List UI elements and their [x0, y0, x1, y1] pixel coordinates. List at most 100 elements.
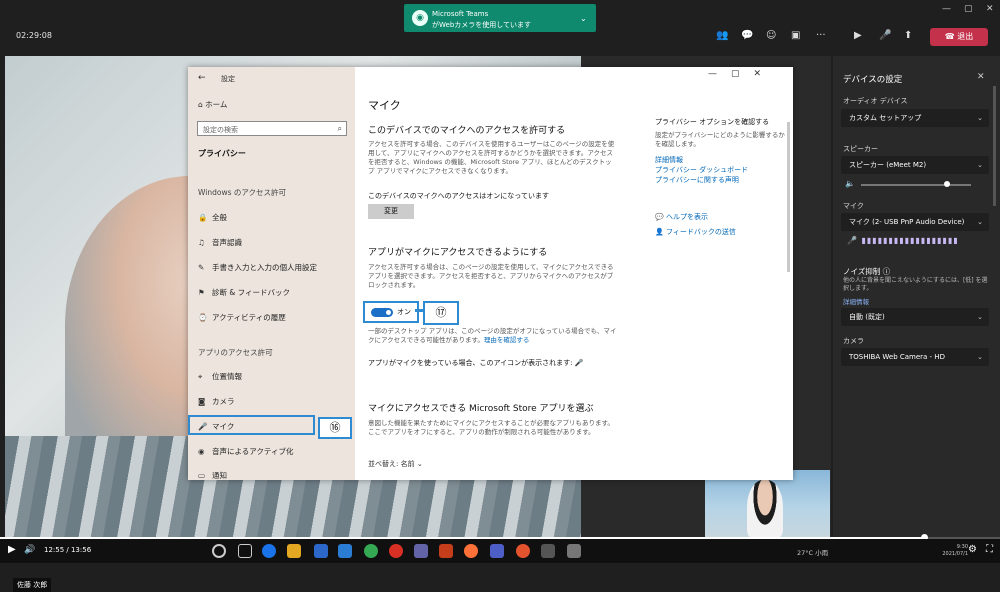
select-value: マイク (2- USB PnP Audio Device) [849, 218, 965, 226]
self-view-thumbnail[interactable] [705, 470, 830, 540]
chrome-icon[interactable] [364, 544, 378, 558]
nav-label: 音声認識 [212, 238, 242, 247]
notification-title: Microsoft Teams [432, 10, 489, 18]
nav-label: 位置情報 [212, 372, 242, 381]
panel-scrollbar[interactable] [993, 86, 996, 206]
fullscreen-icon[interactable]: ⛶ [986, 544, 993, 555]
mic-icon-note: アプリがマイクを使っている場合、このアイコンが表示されます: 🎤 [368, 358, 583, 368]
privacy-statement-link[interactable]: プライバシーに関する声明 [655, 175, 785, 185]
annotation-16: ⑯ [318, 417, 352, 439]
meeting-timer: 02:29:08 [16, 31, 52, 40]
nav-item-general[interactable]: 🔒 全般 [198, 212, 227, 223]
store-icon[interactable] [314, 544, 328, 558]
mic-select[interactable]: マイク (2- USB PnP Audio Device) ⌄ [841, 213, 989, 231]
app-icon[interactable] [516, 544, 530, 558]
media-icon[interactable] [389, 544, 403, 558]
back-arrow-icon[interactable]: ← [198, 73, 206, 83]
self-view-person [747, 480, 783, 540]
lock-icon: 🔒 [198, 213, 208, 222]
people-icon[interactable]: 👥 [716, 30, 728, 41]
noise-select[interactable]: 自動 (既定) ⌄ [841, 308, 989, 326]
camera-icon[interactable]: ▶ [854, 30, 862, 41]
related-desc: 設定がプライバシーにどのように影響するかを確認します。 [655, 131, 785, 148]
nav-home[interactable]: ⌂ ホーム [198, 99, 227, 110]
app-icon[interactable] [490, 544, 504, 558]
location-icon: ⌖ [198, 372, 203, 381]
settings-search-input[interactable]: 設定の検索 ⌕ [197, 121, 347, 136]
scrollbar[interactable] [787, 122, 790, 272]
word-icon[interactable] [338, 544, 352, 558]
edge-icon[interactable] [262, 544, 276, 558]
panel-title: デバイスの設定 [843, 75, 903, 85]
nav-label: 音声によるアクティブ化 [212, 447, 294, 456]
noise-learn-more-link[interactable]: 詳細情報 [843, 296, 869, 306]
camera-select[interactable]: TOSHIBA Web Camera - HD ⌄ [841, 348, 989, 366]
section-description: アクセスを許可する場合、このデバイスを使用するユーザーはこのページの設定を使用し… [368, 140, 615, 175]
share-icon[interactable]: ⬆ [904, 30, 912, 41]
play-icon[interactable]: ▶ [8, 544, 16, 555]
info-icon[interactable]: ⓘ [883, 267, 891, 276]
highlight-box-17: オン [363, 301, 419, 323]
minimize-icon[interactable]: — [942, 4, 951, 14]
device-settings-panel: デバイスの設定 ✕ オーディオ デバイス カスタム セットアップ ⌄ スピーカー … [833, 56, 1000, 540]
task-view-icon[interactable] [238, 544, 252, 558]
speech-icon: ♫ [198, 238, 205, 247]
maximize-icon[interactable]: ▢ [964, 4, 973, 14]
speaker-label: スピーカー [843, 145, 878, 153]
nav-item-location[interactable]: ⌖ 位置情報 [198, 371, 242, 382]
rooms-icon[interactable]: ▣ [791, 30, 800, 41]
speaker-select[interactable]: スピーカー (eMeet M2) ⌄ [841, 156, 989, 174]
sort-dropdown[interactable]: 並べ替え: 名前 ⌄ [368, 459, 423, 469]
nav-item-inking[interactable]: ✎ 手書き入力と入力の個人用設定 [198, 262, 317, 273]
search-placeholder: 設定の検索 [203, 126, 238, 134]
powerpoint-icon[interactable] [439, 544, 453, 558]
select-value: 自動 (既定) [849, 313, 885, 321]
help-label: ヘルプを表示 [665, 213, 708, 221]
nav-home-label: ホーム [205, 100, 228, 109]
audio-device-select[interactable]: カスタム セットアップ ⌄ [841, 109, 989, 127]
window-title: 設定 [221, 75, 235, 83]
firefox-icon[interactable] [464, 544, 478, 558]
close-icon[interactable]: ✕ [977, 72, 985, 82]
mic-icon[interactable]: 🎤 [879, 30, 891, 41]
settings-icon[interactable] [567, 544, 581, 558]
feedback-link[interactable]: 👤 フィードバックの送信 [655, 227, 736, 237]
learn-why-link[interactable]: 理由を確認する [484, 336, 530, 344]
nav-item-camera[interactable]: ◙ カメラ [198, 396, 235, 407]
diagnostics-icon: ⚑ [198, 288, 205, 297]
get-help-link[interactable]: 💬 ヘルプを表示 [655, 212, 708, 222]
gear-icon[interactable]: ⚙ [968, 544, 977, 555]
select-value: TOSHIBA Web Camera - HD [849, 353, 945, 361]
reactions-icon[interactable]: ☺ [766, 30, 776, 41]
nav-item-notifications[interactable]: ▭ 通知 [198, 470, 227, 481]
leave-label: 退出 [957, 32, 974, 41]
learn-more-link[interactable]: 詳細情報 [655, 155, 785, 165]
privacy-dashboard-link[interactable]: プライバシー ダッシュボード [655, 165, 785, 175]
chevron-down-icon[interactable]: ⌄ [580, 14, 587, 23]
system-clock[interactable]: 9:30 2021/07/1 [928, 544, 968, 558]
app-icon[interactable] [541, 544, 555, 558]
teams-icon[interactable] [414, 544, 428, 558]
speaker-volume-slider[interactable]: 🔈 [843, 179, 989, 189]
leave-button[interactable]: ☎ 退出 [930, 28, 988, 46]
volume-icon[interactable]: 🔊 [24, 545, 35, 555]
nav-item-diagnostics[interactable]: ⚑ 診断 & フィードバック [198, 287, 290, 298]
search-icon[interactable] [212, 544, 226, 558]
mic-access-toggle[interactable] [371, 308, 393, 317]
close-icon[interactable]: ✕ [986, 4, 994, 14]
noise-label: ノイズ抑制 [843, 267, 881, 276]
explorer-icon[interactable] [287, 544, 301, 558]
teams-notification[interactable]: ◉ Microsoft Teams がWebカメラを使用しています ⌄ [404, 4, 596, 32]
notification-icon: ▭ [198, 471, 206, 480]
nav-item-activity[interactable]: ⌚ アクティビティの履歴 [198, 312, 286, 323]
change-button[interactable]: 変更 [368, 204, 414, 219]
chevron-down-icon: ⌄ [416, 460, 423, 468]
highlight-box-16 [188, 415, 315, 435]
nav-item-voice-activation[interactable]: ◉ 音声によるアクティブ化 [198, 446, 293, 457]
weather[interactable]: 27°C 小雨 [797, 547, 828, 557]
slider-knob[interactable] [943, 181, 950, 187]
window-controls[interactable]: —▢✕ [708, 69, 775, 79]
more-icon[interactable]: ··· [816, 30, 826, 41]
chat-icon[interactable]: 💬 [741, 30, 753, 41]
nav-item-speech[interactable]: ♫ 音声認識 [198, 237, 242, 248]
